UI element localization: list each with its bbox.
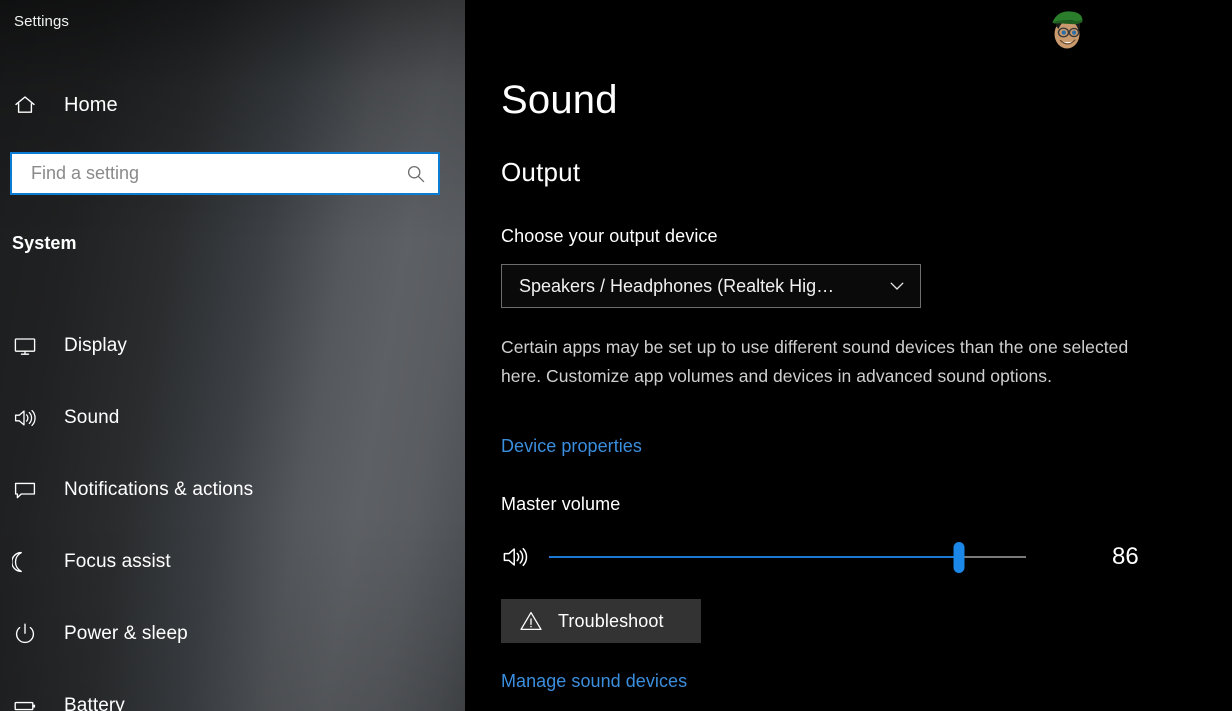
page-title: Sound: [501, 78, 618, 122]
monitor-icon: [12, 330, 44, 362]
sidebar-item-battery[interactable]: Battery: [0, 670, 465, 711]
device-properties-link[interactable]: Device properties: [501, 436, 642, 457]
output-description: Certain apps may be set up to use differ…: [501, 337, 1129, 386]
troubleshoot-button[interactable]: Troubleshoot: [501, 599, 701, 643]
warning-triangle-icon: [519, 609, 543, 633]
battery-icon: [12, 690, 44, 711]
output-device-select[interactable]: Speakers / Headphones (Realtek Hig…: [501, 264, 921, 308]
sidebar-item-display[interactable]: Display: [0, 310, 465, 382]
master-volume-value: 86: [1112, 543, 1139, 570]
sidebar-item-notifications-label: Notifications & actions: [64, 479, 254, 500]
sidebar-item-display-label: Display: [64, 335, 127, 356]
sidebar-item-sound-label: Sound: [64, 407, 120, 428]
search-icon[interactable]: [394, 154, 438, 193]
chevron-down-icon: [874, 265, 920, 307]
search-input[interactable]: [12, 154, 394, 193]
settings-window: Settings Home System: [0, 0, 1232, 711]
sidebar-item-power-sleep[interactable]: Power & sleep: [0, 598, 465, 670]
sidebar-item-battery-label: Battery: [64, 695, 125, 711]
sidebar-group-header: System: [12, 233, 77, 253]
sidebar-item-focus-assist[interactable]: Focus assist: [0, 526, 465, 598]
moon-icon: [12, 546, 44, 578]
sidebar-nav-list: Display Sound Notifications & actions Fo…: [0, 310, 465, 711]
sidebar-item-sound[interactable]: Sound: [0, 382, 465, 454]
sidebar-item-focus-assist-label: Focus assist: [64, 551, 171, 572]
window-title: Settings: [14, 12, 69, 30]
power-icon: [12, 618, 44, 650]
sidebar: Settings Home System: [0, 0, 465, 711]
master-volume-label: Master volume: [501, 494, 621, 514]
slider-track-fill: [549, 556, 960, 558]
volume-icon[interactable]: [501, 535, 545, 579]
chat-bubble-icon: [12, 474, 44, 506]
master-volume-row: 86: [501, 534, 1181, 580]
sidebar-item-home[interactable]: Home: [0, 86, 440, 124]
troubleshoot-button-label: Troubleshoot: [558, 610, 664, 631]
sidebar-item-home-label: Home: [64, 93, 118, 116]
output-device-select-value: Speakers / Headphones (Realtek Hig…: [519, 275, 835, 296]
main-content: Sound Output Choose your output device S…: [465, 0, 1232, 711]
title-bar: Settings: [0, 0, 465, 42]
choose-output-device-label: Choose your output device: [501, 226, 718, 246]
section-title-output: Output: [501, 157, 581, 187]
sidebar-item-notifications[interactable]: Notifications & actions: [0, 454, 465, 526]
sidebar-item-power-sleep-label: Power & sleep: [64, 623, 188, 644]
slider-thumb[interactable]: [953, 541, 965, 573]
speaker-icon: [12, 402, 44, 434]
manage-sound-devices-link[interactable]: Manage sound devices: [501, 671, 687, 692]
master-volume-slider[interactable]: [549, 541, 1026, 573]
home-icon: [12, 92, 48, 118]
search-box[interactable]: [10, 152, 440, 195]
